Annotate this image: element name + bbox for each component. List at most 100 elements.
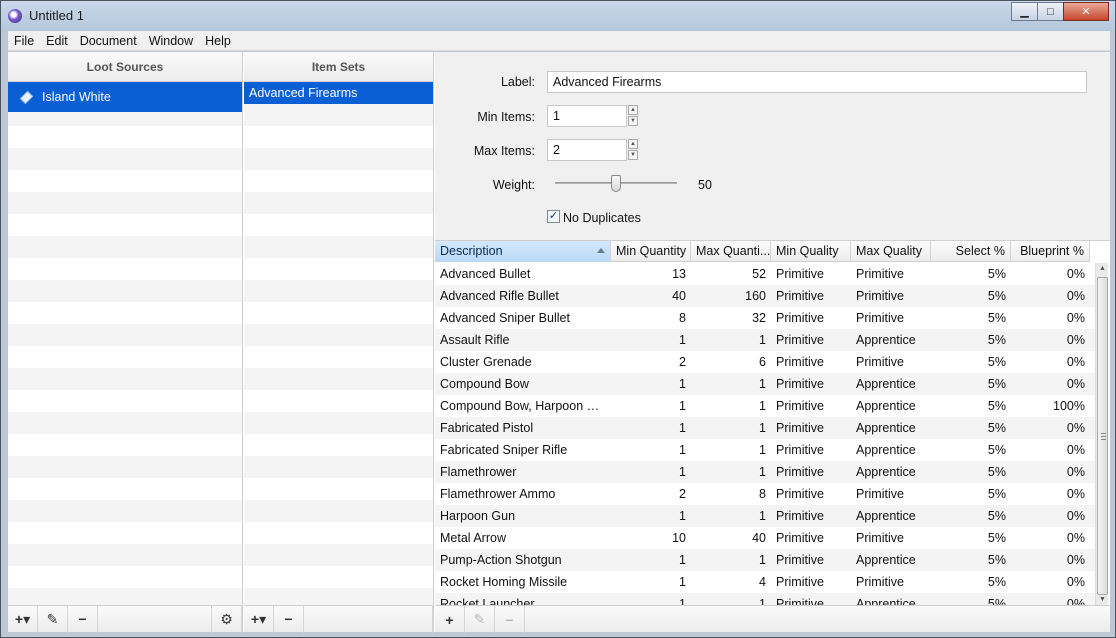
edit-source-button[interactable]: ✎ bbox=[38, 605, 68, 633]
table-row[interactable]: Rocket Homing Missile 1 4 Primitive Primitiv… bbox=[435, 571, 1095, 593]
cell-min-quality: Primitive bbox=[776, 311, 824, 325]
column-min-quality[interactable]: Min Quality bbox=[771, 241, 851, 262]
menu-help[interactable]: Help bbox=[199, 34, 237, 48]
table-row[interactable]: Fabricated Sniper Rifle 1 1 Primitive Appren… bbox=[435, 439, 1095, 461]
cell-max-quality: Apprentice bbox=[856, 333, 916, 347]
cell-min-quantity: 2 bbox=[679, 355, 686, 369]
column-max-quality[interactable]: Max Quality bbox=[851, 241, 931, 262]
maximize-button[interactable]: □ bbox=[1037, 2, 1064, 21]
item-set-item[interactable]: Advanced Firearms bbox=[244, 82, 433, 104]
cell-max-quantity: 160 bbox=[745, 289, 766, 303]
column-min-quantity[interactable]: Min Quantity bbox=[611, 241, 691, 262]
menu-file[interactable]: File bbox=[8, 34, 40, 48]
column-max-quantity[interactable]: Max Quanti... bbox=[691, 241, 771, 262]
window-controls: ▁ □ ✕ bbox=[1011, 2, 1109, 21]
cell-select-pct: 5% bbox=[987, 377, 1006, 391]
menu-window[interactable]: Window bbox=[143, 34, 199, 48]
cell-min-quantity: 10 bbox=[672, 531, 686, 545]
table-row[interactable]: Harpoon Gun 1 1 Primitive Apprentice 5% 0% bbox=[435, 505, 1095, 527]
cell-description: Pump-Action Shotgun bbox=[440, 553, 562, 567]
table-row[interactable]: Pump-Action Shotgun 1 1 Primitive Apprentice… bbox=[435, 549, 1095, 571]
remove-set-button[interactable]: − bbox=[274, 605, 304, 633]
column-blueprint-pct[interactable]: Blueprint % bbox=[1011, 241, 1090, 262]
loot-source-item[interactable]: Island White bbox=[8, 82, 242, 112]
table-row[interactable]: Metal Arrow 10 40 Primitive Primitive 5% 0% bbox=[435, 527, 1095, 549]
edit-item-button[interactable]: ✎ bbox=[465, 606, 495, 633]
cell-select-pct: 5% bbox=[987, 421, 1006, 435]
cell-max-quantity: 1 bbox=[759, 443, 766, 457]
min-items-stepper[interactable]: ▲ ▼ bbox=[628, 105, 638, 127]
column-label: Description bbox=[440, 244, 503, 258]
cell-min-quantity: 1 bbox=[679, 421, 686, 435]
add-set-button[interactable]: +▾ bbox=[244, 605, 274, 633]
cell-blueprint-pct: 0% bbox=[1066, 465, 1085, 479]
min-items-input[interactable]: 1 bbox=[547, 105, 627, 127]
table-row[interactable]: Flamethrower Ammo 2 8 Primitive Primitive 5% 0… bbox=[435, 483, 1095, 505]
cell-blueprint-pct: 0% bbox=[1066, 355, 1085, 369]
toolbar-spacer bbox=[304, 605, 433, 633]
cell-max-quantity: 1 bbox=[759, 333, 766, 347]
weight-slider-knob[interactable] bbox=[611, 175, 621, 192]
table-row[interactable]: Compound Bow, Harpoon Gu... 1 1 Primitive Ap… bbox=[435, 395, 1095, 417]
cell-select-pct: 5% bbox=[987, 311, 1006, 325]
max-items-input[interactable]: 2 bbox=[547, 139, 627, 161]
scrollbar-thumb[interactable] bbox=[1097, 277, 1108, 595]
cell-blueprint-pct: 100% bbox=[1053, 399, 1085, 413]
no-duplicates-label[interactable]: No Duplicates bbox=[563, 211, 641, 225]
column-description[interactable]: Description bbox=[435, 241, 611, 262]
cell-max-quantity: 1 bbox=[759, 421, 766, 435]
max-items-label: Max Items: bbox=[473, 144, 535, 158]
table-row[interactable]: Fabricated Pistol 1 1 Primitive Apprentice 5%… bbox=[435, 417, 1095, 439]
table-row[interactable]: Advanced Rifle Bullet 40 160 Primitive Primi… bbox=[435, 285, 1095, 307]
weight-label: Weight: bbox=[492, 178, 535, 192]
cell-description: Metal Arrow bbox=[440, 531, 506, 545]
stepper-up-icon[interactable]: ▲ bbox=[628, 105, 638, 115]
cell-min-quantity: 8 bbox=[679, 311, 686, 325]
menu-bar: File Edit Document Window Help bbox=[8, 31, 1110, 51]
table-row[interactable]: Advanced Sniper Bullet 8 32 Primitive Primit… bbox=[435, 307, 1095, 329]
cell-blueprint-pct: 0% bbox=[1066, 487, 1085, 501]
stepper-up-icon[interactable]: ▲ bbox=[628, 139, 638, 149]
cell-min-quality: Primitive bbox=[776, 575, 824, 589]
table-row[interactable]: Cluster Grenade 2 6 Primitive Primitive 5% 0% bbox=[435, 351, 1095, 373]
cell-min-quantity: 1 bbox=[679, 399, 686, 413]
cell-max-quantity: 1 bbox=[759, 553, 766, 567]
cell-description: Compound Bow bbox=[440, 377, 529, 391]
weight-value: 50 bbox=[698, 178, 712, 192]
max-items-stepper[interactable]: ▲ ▼ bbox=[628, 139, 638, 161]
add-source-button[interactable]: +▾ bbox=[8, 605, 38, 633]
cell-max-quality: Apprentice bbox=[856, 399, 916, 413]
stepper-down-icon[interactable]: ▼ bbox=[628, 116, 638, 126]
add-item-button[interactable]: + bbox=[435, 606, 465, 633]
cell-min-quantity: 1 bbox=[679, 465, 686, 479]
table-row[interactable]: Compound Bow 1 1 Primitive Apprentice 5% 0% bbox=[435, 373, 1095, 395]
cell-select-pct: 5% bbox=[987, 575, 1006, 589]
scroll-up-icon[interactable]: ▲ bbox=[1096, 263, 1109, 275]
table-row[interactable]: Flamethrower 1 1 Primitive Apprentice 5% 0% bbox=[435, 461, 1095, 483]
close-button[interactable]: ✕ bbox=[1063, 2, 1109, 21]
stepper-down-icon[interactable]: ▼ bbox=[628, 150, 638, 160]
minimize-button[interactable]: ▁ bbox=[1011, 2, 1038, 21]
menu-document[interactable]: Document bbox=[74, 34, 143, 48]
label-input[interactable]: Advanced Firearms bbox=[547, 71, 1087, 93]
settings-button[interactable]: ⚙ bbox=[212, 605, 242, 633]
table-scrollbar[interactable]: ▲ ▼ bbox=[1095, 263, 1108, 606]
cell-blueprint-pct: 0% bbox=[1066, 509, 1085, 523]
column-select-pct[interactable]: Select % bbox=[931, 241, 1011, 262]
no-duplicates-checkbox[interactable]: ✓ bbox=[547, 210, 560, 223]
cell-description: Compound Bow, Harpoon Gu... bbox=[440, 399, 611, 413]
cell-max-quantity: 40 bbox=[752, 531, 766, 545]
menu-edit[interactable]: Edit bbox=[40, 34, 74, 48]
cell-min-quantity: 1 bbox=[679, 575, 686, 589]
remove-source-button[interactable]: − bbox=[68, 605, 98, 633]
table-row[interactable]: Advanced Bullet 13 52 Primitive Primitive 5% 0… bbox=[435, 263, 1095, 285]
cell-min-quality: Primitive bbox=[776, 333, 824, 347]
remove-item-button[interactable]: − bbox=[495, 606, 525, 633]
table-header: Description Min Quantity Max Quanti... M… bbox=[435, 241, 1090, 262]
cell-blueprint-pct: 0% bbox=[1066, 267, 1085, 281]
app-window: Untitled 1 ▁ □ ✕ File Edit Document Wind… bbox=[0, 0, 1116, 638]
cell-description: Fabricated Pistol bbox=[440, 421, 534, 435]
min-items-label: Min Items: bbox=[477, 110, 535, 124]
table-row[interactable]: Assault Rifle 1 1 Primitive Apprentice 5% 0% bbox=[435, 329, 1095, 351]
cell-max-quality: Apprentice bbox=[856, 421, 916, 435]
